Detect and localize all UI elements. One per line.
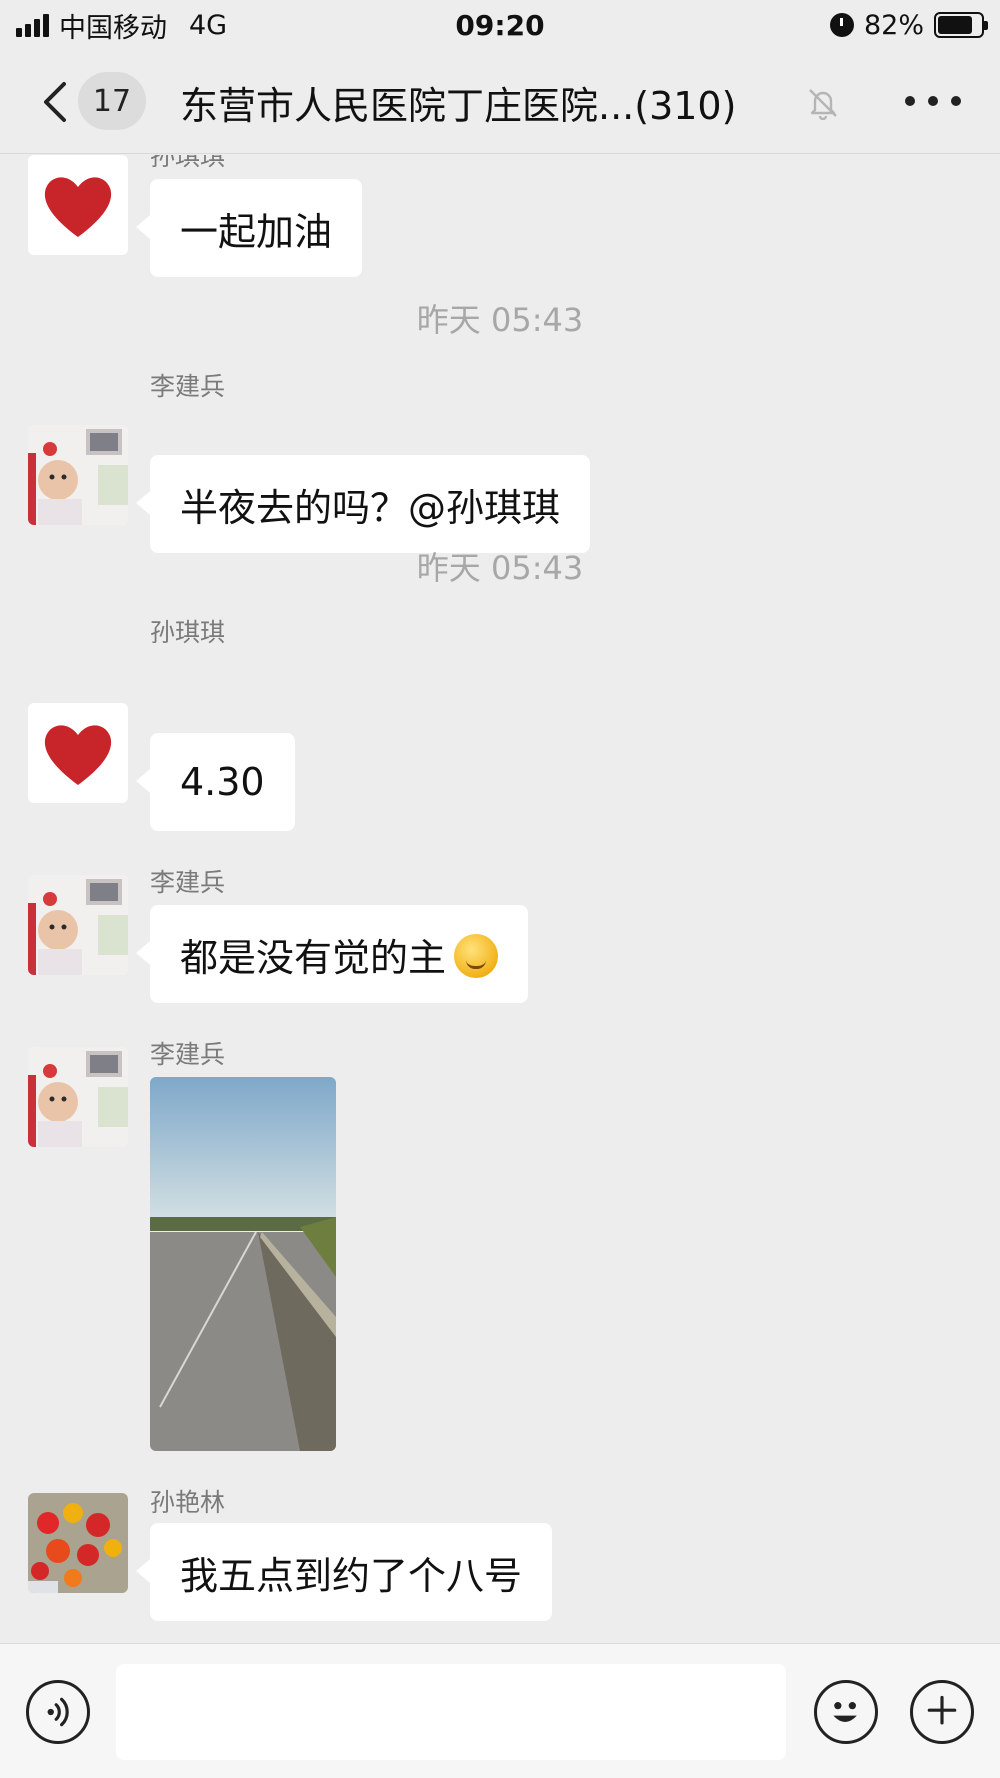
more-functions-button[interactable]: [910, 1680, 974, 1744]
status-right: 82%: [829, 9, 988, 41]
battery-icon: [934, 12, 988, 38]
avatar-baby-photo[interactable]: [28, 875, 128, 975]
dot-icon: [905, 96, 915, 106]
message-text: 一起加油: [180, 209, 333, 254]
signal-icon: [16, 13, 49, 37]
message-bubble[interactable]: 我五点到约了个八号: [135, 1523, 553, 1621]
message-bubble[interactable]: 一起加油: [135, 179, 363, 277]
battery-level: [938, 16, 973, 34]
status-left: 中国移动 4G: [16, 6, 227, 45]
message-bubble[interactable]: 都是没有觉的主: [135, 905, 529, 1003]
back-button[interactable]: [36, 80, 76, 124]
message-sender: 李建兵: [150, 868, 226, 897]
message-sender: 孙琪琪: [150, 618, 226, 647]
message-timestamp: 昨天 05:43: [416, 549, 584, 587]
avatar-heart[interactable]: [28, 703, 128, 803]
unread-badge[interactable]: 17: [78, 72, 146, 130]
message-input[interactable]: [116, 1664, 786, 1760]
message-text: 半夜去的吗？@孙琪琪: [180, 485, 561, 530]
nav-bar: 17 东营市人民医院丁庄医院...(310): [0, 50, 1000, 154]
emoji-button[interactable]: [814, 1680, 878, 1744]
message-bubble[interactable]: 4.30: [136, 733, 295, 831]
message-text: 我五点到约了个八号: [180, 1553, 523, 1598]
chat-messages[interactable]: 孙琪琪 一起加油 昨天 05:43 李建兵 半夜去的吗？@孙琪琪 昨天 05:4…: [0, 155, 1000, 1643]
message-image-road[interactable]: [150, 1077, 336, 1451]
battery-percent: 82%: [863, 9, 924, 41]
carrier-label: 中国移动: [59, 12, 167, 44]
message-sender: 李建兵: [150, 1040, 226, 1069]
network-label: 4G: [189, 9, 228, 41]
plus-icon: [927, 1695, 957, 1725]
input-bar: [0, 1643, 1000, 1778]
alarm-icon: [829, 13, 854, 37]
dot-icon: [928, 96, 938, 106]
mute-bell-icon: [806, 86, 840, 121]
voice-input-button[interactable]: [26, 1680, 90, 1744]
avatar-heart[interactable]: [28, 155, 128, 255]
avatar-baby-photo[interactable]: [28, 1047, 128, 1147]
voice-wave-icon: [47, 1697, 69, 1727]
message-sender: 孙艳林: [150, 1488, 226, 1517]
status-bar: 中国移动 4G 09:20 82%: [0, 0, 1000, 50]
dot-icon: [951, 96, 961, 106]
message-text: 4.30: [180, 760, 265, 804]
avatar-baby-photo[interactable]: [28, 425, 128, 525]
avatar-flowers-photo[interactable]: [28, 1493, 128, 1593]
chevron-left-icon: [44, 82, 66, 122]
thinking-face-emoji-icon: [454, 934, 499, 978]
message-bubble[interactable]: 半夜去的吗？@孙琪琪: [135, 455, 591, 553]
message-sender: 李建兵: [150, 372, 226, 401]
smiley-icon: [833, 1702, 857, 1722]
message-timestamp: 昨天 05:43: [416, 301, 584, 339]
message-sender: 孙琪琪: [150, 155, 226, 171]
message-text: 都是没有觉的主: [180, 935, 447, 980]
chat-title[interactable]: 东营市人民医院丁庄医院...(310): [180, 74, 800, 130]
more-options-button[interactable]: [905, 86, 961, 116]
